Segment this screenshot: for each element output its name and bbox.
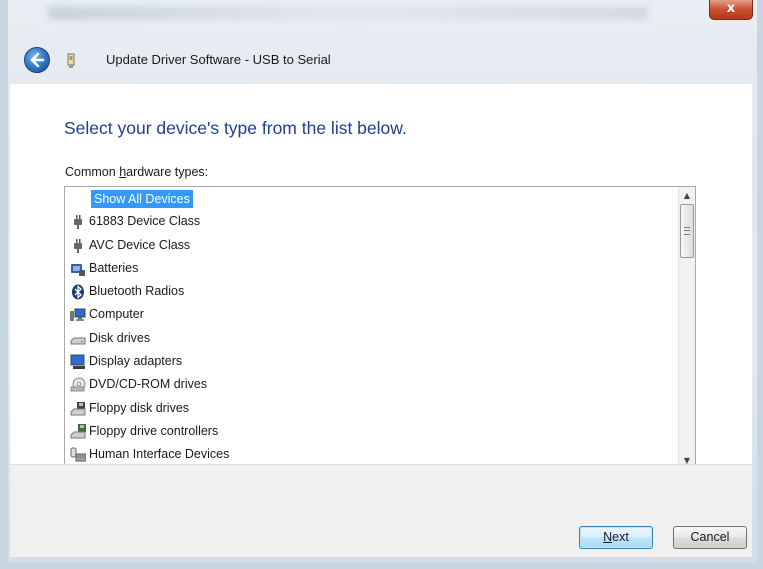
- scroll-up-icon[interactable]: ▲: [679, 187, 695, 204]
- list-label-rest: ardware types:: [126, 165, 209, 179]
- scroll-thumb[interactable]: [680, 204, 694, 258]
- back-arrow-icon: [30, 52, 45, 68]
- list-item-label: Display adapters: [89, 354, 183, 369]
- hardware-types-label: Common hardware types:: [65, 165, 208, 179]
- list-item-avc-device-class[interactable]: AVC Device Class: [65, 234, 677, 257]
- battery-icon: [71, 263, 85, 276]
- bluetooth-icon: [72, 284, 84, 300]
- disk-drive-icon: [70, 337, 86, 345]
- floppy-drive-icon: [70, 401, 86, 416]
- hardware-types-list[interactable]: Show All Devices 61883 Device Class AVC …: [64, 186, 696, 470]
- title-bar-background: [48, 6, 648, 20]
- back-button[interactable]: [24, 47, 50, 73]
- list-item-label: Disk drives: [89, 330, 151, 345]
- computer-icon: [70, 308, 86, 322]
- list-item-label: Human Interface Devices: [89, 447, 230, 462]
- list-item-display-adapters[interactable]: Display adapters: [65, 350, 677, 373]
- list-scrollbar[interactable]: ▲ ▼: [678, 187, 695, 469]
- list-item-computer[interactable]: Computer: [65, 303, 677, 326]
- usb-device-icon: [67, 53, 75, 68]
- list-item-label: AVC Device Class: [89, 237, 191, 252]
- list-item-label: DVD/CD-ROM drives: [89, 377, 208, 392]
- list-item-floppy-drive-controllers[interactable]: Floppy drive controllers: [65, 420, 677, 443]
- list-item-label: Bluetooth Radios: [89, 284, 185, 299]
- floppy-controller-icon: [70, 423, 86, 439]
- list-item-label: 61883 Device Class: [89, 214, 201, 229]
- list-item-bluetooth-radios[interactable]: Bluetooth Radios: [65, 280, 677, 303]
- display-adapter-icon: [70, 354, 85, 370]
- list-item-label: Batteries: [89, 260, 139, 275]
- list-item-label: Floppy drive controllers: [89, 423, 219, 438]
- page-heading: Select your device's type from the list …: [64, 118, 407, 138]
- list-item-batteries[interactable]: Batteries: [65, 257, 677, 280]
- list-label-prefix: Common: [65, 165, 120, 179]
- next-accelerator: N: [603, 530, 613, 544]
- grip-icon: [684, 227, 690, 235]
- cancel-button[interactable]: Cancel: [673, 526, 747, 549]
- list-item-label: Computer: [89, 307, 144, 322]
- list-item-show-all-devices[interactable]: Show All Devices: [65, 187, 677, 210]
- list-item-label: Show All Devices: [91, 190, 193, 208]
- list-item-61883-device-class[interactable]: 61883 Device Class: [65, 210, 677, 233]
- list-item-label: Floppy disk drives: [89, 400, 190, 415]
- window-title: Update Driver Software - USB to Serial: [106, 52, 331, 67]
- dvd-drive-icon: [70, 377, 86, 392]
- next-label-rest: ext: [612, 530, 629, 544]
- content-area: Select your device's type from the list …: [10, 84, 752, 470]
- list-item-floppy-disk-drives[interactable]: Floppy disk drives: [65, 397, 677, 420]
- plug-icon: [74, 215, 82, 230]
- button-bar: Next Cancel: [10, 464, 752, 557]
- hid-icon: [70, 447, 86, 462]
- next-button[interactable]: Next: [579, 526, 653, 549]
- close-button[interactable]: x: [709, 0, 753, 20]
- list-item-disk-drives[interactable]: Disk drives: [65, 327, 677, 350]
- list-item-dvd-cd-rom-drives[interactable]: DVD/CD-ROM drives: [65, 373, 677, 396]
- plug-icon: [74, 238, 82, 253]
